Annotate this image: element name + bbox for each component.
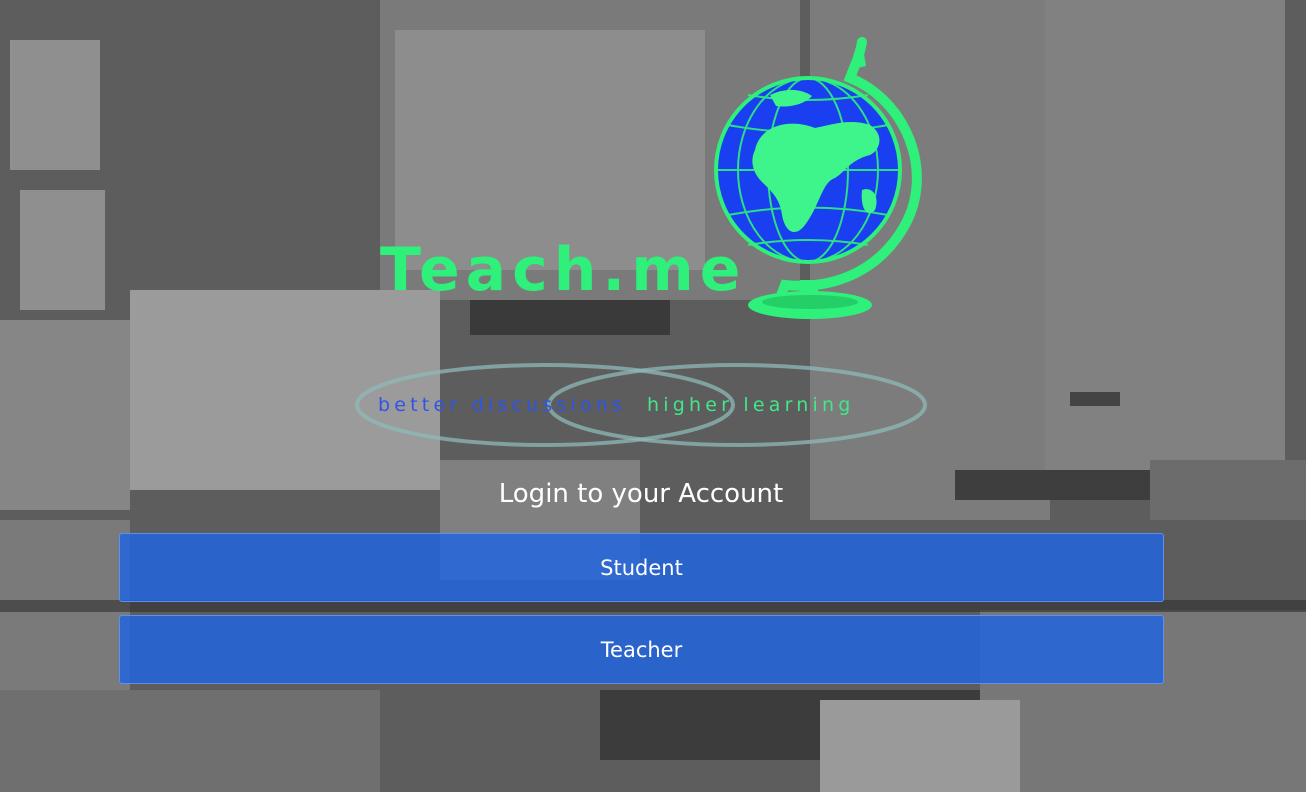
student-button-label: Student xyxy=(600,555,683,580)
app-logo-wordmark: Teach.me xyxy=(380,235,747,305)
tagline-higher-learning: higher learning xyxy=(647,394,855,416)
teacher-login-button[interactable]: Teacher xyxy=(119,615,1164,684)
tagline-better-discussions: better discussions xyxy=(378,394,627,416)
login-heading: Login to your Account xyxy=(498,479,784,509)
teacher-button-label: Teacher xyxy=(600,637,683,662)
student-login-button[interactable]: Student xyxy=(119,533,1164,602)
